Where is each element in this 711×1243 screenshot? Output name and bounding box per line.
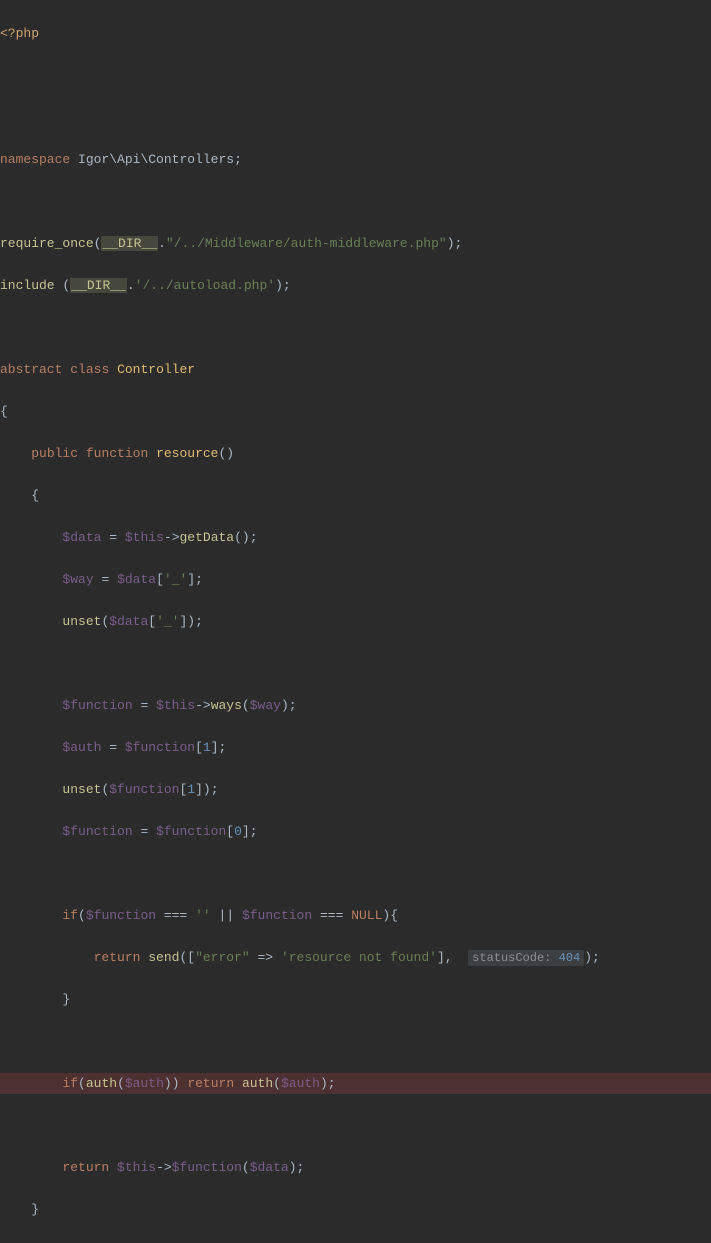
- code-line: if($function === '' || $function === NUL…: [0, 905, 711, 926]
- string-literal: '/../autoload.php': [135, 278, 275, 293]
- dir-const: __DIR__: [70, 278, 127, 293]
- var-function: $function: [62, 698, 132, 713]
- code-line: [0, 863, 711, 884]
- var-function: $function: [62, 824, 132, 839]
- var-function: $function: [172, 1160, 242, 1175]
- param-hint: statusCode: 404: [468, 950, 584, 966]
- code-line: {: [0, 401, 711, 422]
- class-name: Controller: [117, 362, 195, 377]
- auth-call: auth: [86, 1076, 117, 1091]
- code-line-highlighted: if(auth($auth)) return auth($auth);: [0, 1073, 711, 1094]
- keyword-class: class: [70, 362, 109, 377]
- string-literal: "/../Middleware/auth-middleware.php": [166, 236, 447, 251]
- var-data: $data: [250, 1160, 289, 1175]
- code-line: [0, 653, 711, 674]
- var-auth: $auth: [281, 1076, 320, 1091]
- var-way: $way: [250, 698, 281, 713]
- string-literal: '_': [164, 572, 187, 587]
- code-line: {: [0, 485, 711, 506]
- php-open-tag: <?php: [0, 26, 39, 41]
- code-line: }: [0, 989, 711, 1010]
- string-literal: "error": [195, 950, 250, 965]
- code-line: $function = $this->ways($way);: [0, 695, 711, 716]
- var-data: $data: [117, 572, 156, 587]
- code-line: [0, 1115, 711, 1136]
- number-literal: 1: [203, 740, 211, 755]
- code-line: abstract class Controller: [0, 359, 711, 380]
- var-function: $function: [125, 740, 195, 755]
- keyword-if: if: [62, 908, 78, 923]
- var-function: $function: [109, 782, 179, 797]
- code-line: [0, 65, 711, 86]
- var-function: $function: [86, 908, 156, 923]
- code-line: [0, 191, 711, 212]
- auth-call: auth: [242, 1076, 273, 1091]
- string-literal: '': [195, 908, 211, 923]
- keyword-abstract: abstract: [0, 362, 62, 377]
- var-auth: $auth: [125, 1076, 164, 1091]
- method-name: resource: [156, 446, 218, 461]
- require-once-call: require_once: [0, 236, 94, 251]
- dir-const: __DIR__: [101, 236, 158, 251]
- code-line: $way = $data['_'];: [0, 569, 711, 590]
- code-line: [0, 317, 711, 338]
- var-function: $function: [242, 908, 312, 923]
- code-line: [0, 107, 711, 128]
- code-line: [0, 1031, 711, 1052]
- var-function: $function: [156, 824, 226, 839]
- var-auth: $auth: [62, 740, 101, 755]
- keyword-return: return: [94, 950, 141, 965]
- string-literal: 'resource not found': [281, 950, 437, 965]
- var-this: $this: [156, 698, 195, 713]
- code-line: unset($function[1]);: [0, 779, 711, 800]
- code-line: public function resource(): [0, 443, 711, 464]
- keyword-if: if: [62, 1076, 78, 1091]
- code-line: $function = $function[0];: [0, 821, 711, 842]
- code-line: $data = $this->getData();: [0, 527, 711, 548]
- var-data: $data: [62, 530, 101, 545]
- code-line: $auth = $function[1];: [0, 737, 711, 758]
- code-line: include (__DIR__.'/../autoload.php');: [0, 275, 711, 296]
- number-literal: 1: [187, 782, 195, 797]
- param-hint-label: statusCode:: [472, 951, 551, 965]
- send-call: send: [148, 950, 179, 965]
- code-line: return $this->$function($data);: [0, 1157, 711, 1178]
- var-this: $this: [117, 1160, 156, 1175]
- code-line: <?php: [0, 23, 711, 44]
- param-hint-value: 404: [559, 951, 581, 965]
- keyword-function: function: [86, 446, 148, 461]
- method-getdata: getData: [180, 530, 235, 545]
- unset-call: unset: [62, 782, 101, 797]
- keyword-namespace: namespace: [0, 152, 70, 167]
- keyword-null: NULL: [351, 908, 382, 923]
- code-line: namespace Igor\Api\Controllers;: [0, 149, 711, 170]
- var-this: $this: [125, 530, 164, 545]
- code-line: require_once(__DIR__."/../Middleware/aut…: [0, 233, 711, 254]
- include-call: include: [0, 278, 55, 293]
- number-literal: 0: [234, 824, 242, 839]
- code-line: return send(["error" => 'resource not fo…: [0, 947, 711, 968]
- method-ways: ways: [211, 698, 242, 713]
- var-way: $way: [62, 572, 93, 587]
- keyword-public: public: [31, 446, 78, 461]
- code-line: }: [0, 1199, 711, 1220]
- keyword-return: return: [62, 1160, 109, 1175]
- keyword-return: return: [187, 1076, 234, 1091]
- namespace-path: Igor\Api\Controllers: [78, 152, 234, 167]
